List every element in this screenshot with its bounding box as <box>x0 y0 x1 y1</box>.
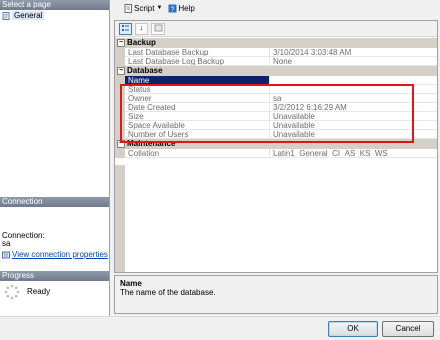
sort-az-icon: ↓ <box>139 24 144 32</box>
script-icon <box>124 4 132 13</box>
ok-button[interactable]: OK <box>328 321 378 337</box>
property-row[interactable]: Last Database Log Backup None <box>115 57 437 66</box>
category-backup[interactable]: − Backup <box>115 38 437 48</box>
script-label: Script <box>134 3 155 13</box>
select-page-header: Select a page <box>0 0 109 10</box>
property-grid-empty-area <box>115 165 437 272</box>
collapse-icon[interactable]: − <box>117 67 125 75</box>
dropdown-arrow-icon: ▼ <box>156 5 163 11</box>
progress-header: Progress <box>0 271 109 281</box>
left-pane: Select a page General Connection Connect… <box>0 0 110 316</box>
category-backup-label: Backup <box>127 38 156 47</box>
property-name: Collation <box>125 149 270 158</box>
description-pane: Name The name of the database. <box>114 275 438 314</box>
property-value: 3/10/2014 3:03:48 AM <box>270 48 437 57</box>
property-value: None <box>270 57 437 66</box>
category-database-label: Database <box>127 66 163 75</box>
view-connection-properties-link[interactable]: View connection properties <box>2 250 108 259</box>
alphabetical-view-button[interactable]: ↓ <box>135 22 148 35</box>
property-name: Last Database Log Backup <box>125 57 270 66</box>
view-connection-properties-label: View connection properties <box>12 250 108 259</box>
property-grid: ↓ − Backup Last Database Backup 3/10/201… <box>114 20 438 273</box>
categorized-view-button[interactable] <box>119 22 132 35</box>
property-name: Last Database Backup <box>125 48 270 57</box>
page-item-general[interactable]: General <box>2 11 45 20</box>
dialog-button-bar: OK Cancel <box>0 316 440 340</box>
property-pages-icon <box>154 24 162 31</box>
page-icon <box>2 11 10 20</box>
svg-text:?: ? <box>171 6 175 13</box>
help-label: Help <box>178 3 195 13</box>
property-row[interactable]: Collation Latin1_General_CI_AS_KS_WS <box>115 149 437 158</box>
description-title: Name <box>120 279 142 288</box>
description-text: The name of the database. <box>120 288 216 297</box>
category-database[interactable]: − Database <box>115 66 437 76</box>
progress-section: Ready <box>0 281 109 315</box>
help-button[interactable]: ? Help <box>168 3 195 13</box>
property-value: Latin1_General_CI_AS_KS_WS <box>270 149 437 158</box>
connection-header: Connection <box>0 197 109 207</box>
script-button[interactable]: Script ▼ <box>124 4 162 13</box>
toolbar: Script ▼ ? Help <box>110 0 440 16</box>
connection-value: sa <box>2 239 11 248</box>
page-item-general-label: General <box>12 11 45 20</box>
progress-status: Ready <box>27 287 51 296</box>
categorized-icon <box>122 24 129 31</box>
property-pages-button[interactable] <box>151 22 165 35</box>
highlight-annotation-box <box>120 84 414 143</box>
connection-properties-icon <box>2 251 10 259</box>
help-icon: ? <box>168 4 177 13</box>
property-grid-toolbar: ↓ <box>115 21 437 37</box>
connection-section: Connection: sa View connection propertie… <box>0 207 109 269</box>
collapse-icon[interactable]: − <box>117 39 125 47</box>
property-row[interactable]: Last Database Backup 3/10/2014 3:03:48 A… <box>115 48 437 57</box>
cancel-button[interactable]: Cancel <box>382 321 434 337</box>
progress-spinner-icon <box>4 284 20 302</box>
